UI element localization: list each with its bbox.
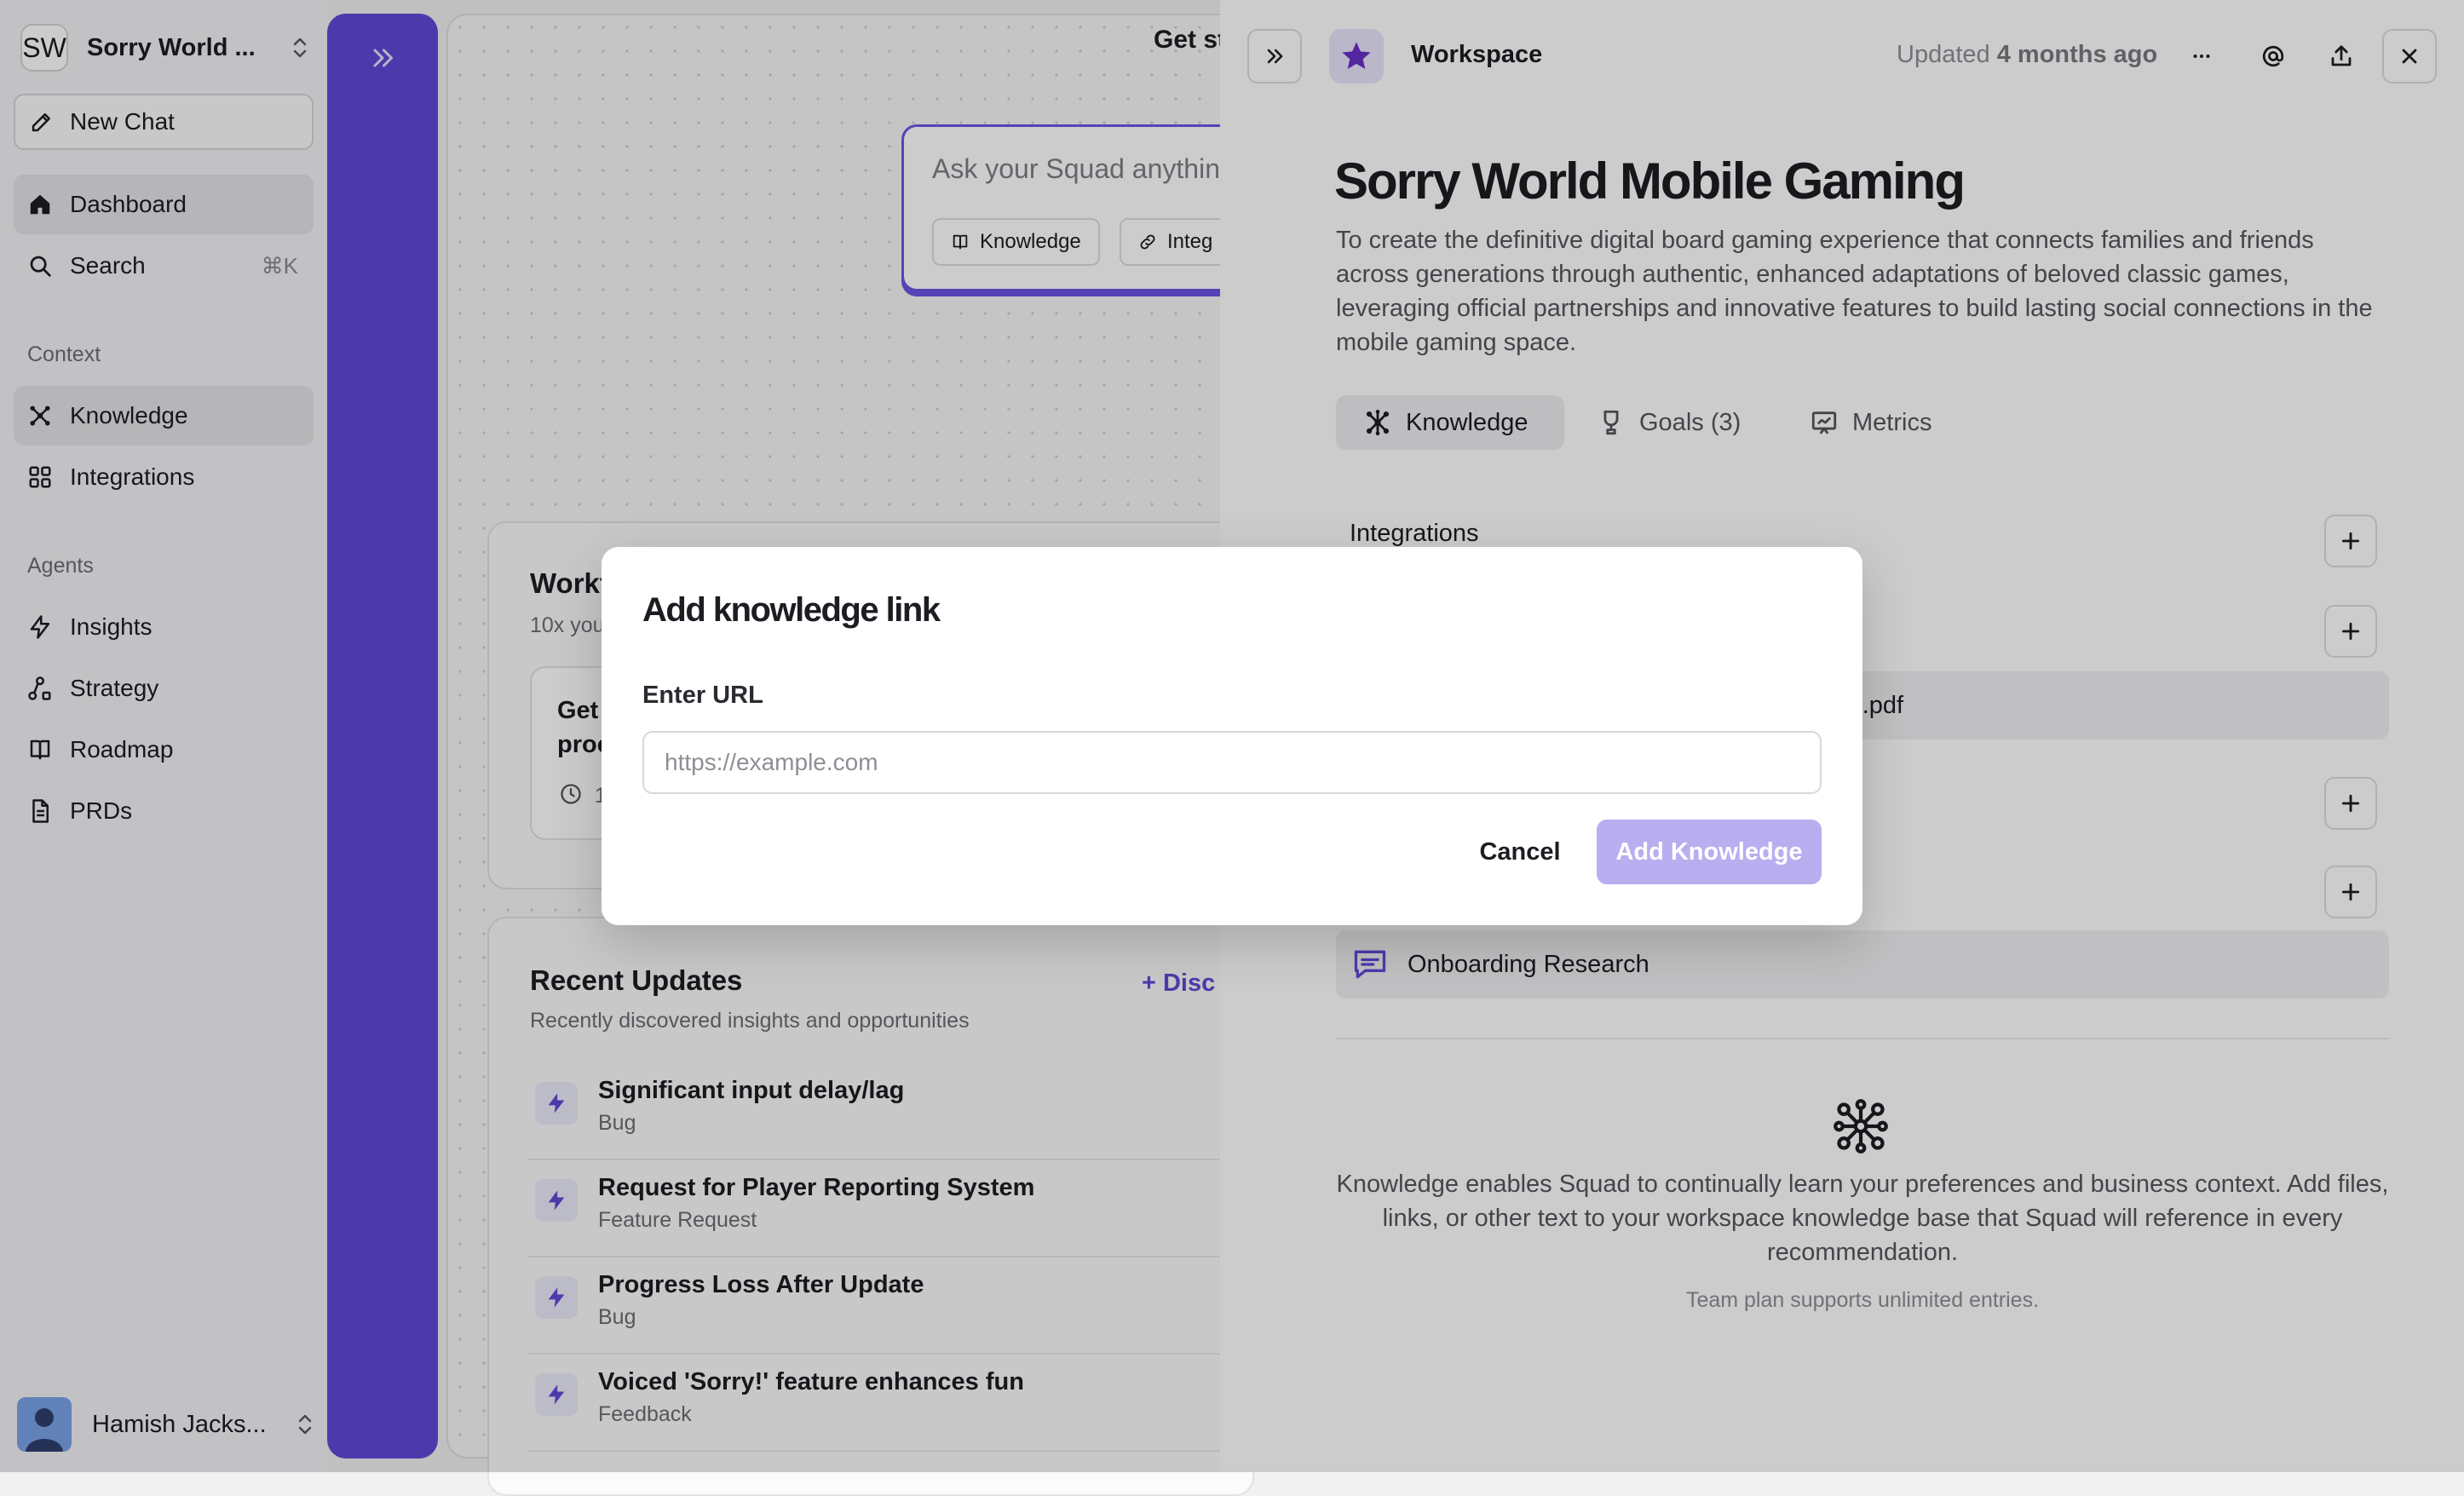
cancel-button[interactable]: Cancel: [1462, 820, 1578, 884]
url-field-label: Enter URL: [642, 682, 763, 709]
add-knowledge-link-dialog: Add knowledge link Enter URL Cancel Add …: [602, 547, 1862, 925]
dialog-title: Add knowledge link: [642, 591, 941, 629]
url-input[interactable]: [642, 731, 1822, 794]
add-knowledge-button[interactable]: Add Knowledge: [1597, 820, 1822, 884]
